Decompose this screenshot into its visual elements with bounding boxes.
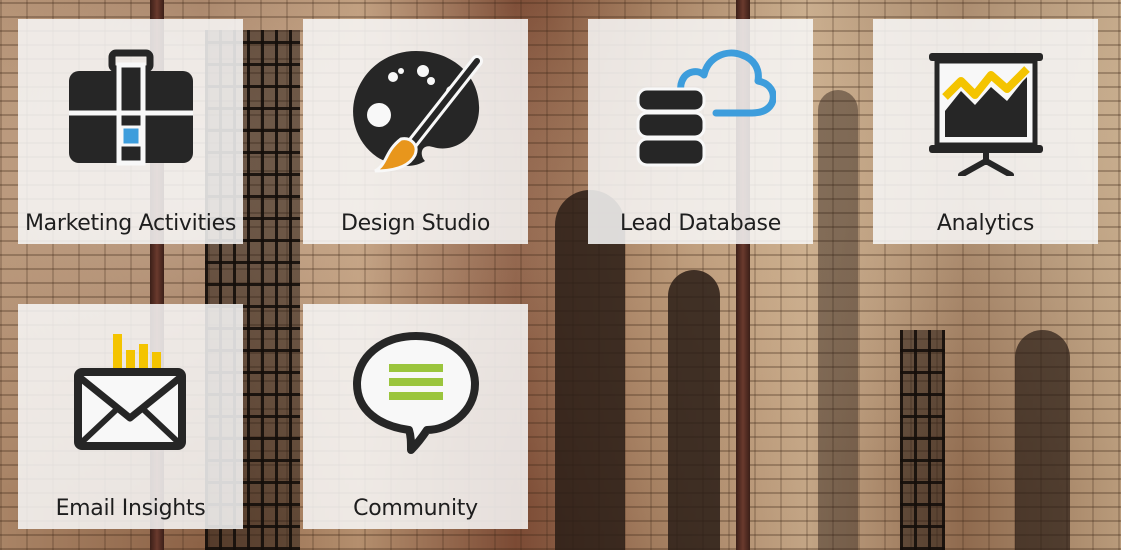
presentation-chart-icon (928, 53, 1043, 176)
background-arch (555, 190, 625, 550)
tile-label: Lead Database (620, 211, 781, 236)
cloud-database-icon (636, 49, 776, 167)
background-arch (668, 270, 720, 550)
background-window-grill (900, 330, 945, 550)
background-arch (818, 90, 858, 550)
tile-label: Marketing Activities (24, 211, 236, 236)
tile-label: Email Insights (55, 496, 206, 521)
launchpad-background: Marketing Activities Design Studio Lead … (0, 0, 1121, 550)
tile-label: Design Studio (340, 211, 491, 236)
tile-lead-database[interactable]: Lead Database (588, 19, 813, 244)
tile-email-insights[interactable]: Email Insights (18, 304, 243, 529)
tile-marketing-activities[interactable]: Marketing Activities (18, 19, 243, 244)
palette-icon (352, 51, 483, 173)
email-chart-icon (73, 334, 186, 450)
tile-design-studio[interactable]: Design Studio (303, 19, 528, 244)
briefcase-icon (68, 49, 193, 166)
background-arch (1015, 330, 1070, 550)
tile-label: Analytics (936, 211, 1035, 236)
speech-bubble-icon (352, 332, 479, 454)
tile-analytics[interactable]: Analytics (873, 19, 1098, 244)
tile-community[interactable]: Community (303, 304, 528, 529)
tile-label: Community (353, 496, 478, 521)
